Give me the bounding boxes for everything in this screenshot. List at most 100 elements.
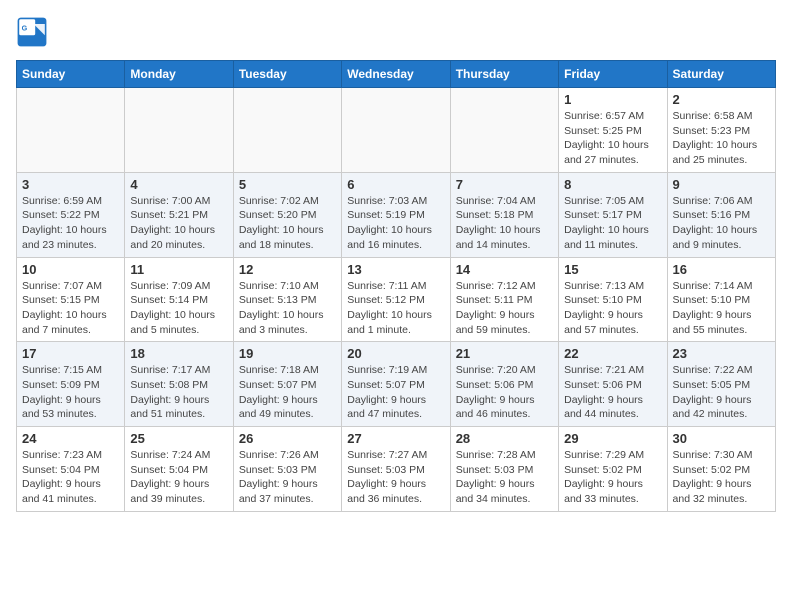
day-number: 26 <box>239 431 336 446</box>
day-info: Sunrise: 7:20 AM Sunset: 5:06 PM Dayligh… <box>456 363 553 422</box>
calendar-week-5: 24 Sunrise: 7:23 AM Sunset: 5:04 PM Dayli… <box>17 427 776 512</box>
day-number: 6 <box>347 177 444 192</box>
calendar-cell: 21 Sunrise: 7:20 AM Sunset: 5:06 PM Dayli… <box>450 342 558 427</box>
day-number: 11 <box>130 262 227 277</box>
day-number: 9 <box>673 177 770 192</box>
day-info: Sunrise: 7:22 AM Sunset: 5:05 PM Dayligh… <box>673 363 770 422</box>
day-number: 22 <box>564 346 661 361</box>
weekday-header-friday: Friday <box>559 61 667 88</box>
calendar-cell: 8 Sunrise: 7:05 AM Sunset: 5:17 PM Daylig… <box>559 172 667 257</box>
calendar-cell <box>450 88 558 173</box>
day-info: Sunrise: 7:29 AM Sunset: 5:02 PM Dayligh… <box>564 448 661 507</box>
day-number: 27 <box>347 431 444 446</box>
day-number: 20 <box>347 346 444 361</box>
calendar-cell: 19Sunrise: 7:18 AM Sunset: 5:07 PM Dayli… <box>233 342 341 427</box>
day-number: 2 <box>673 92 770 107</box>
day-number: 1 <box>564 92 661 107</box>
day-number: 18 <box>130 346 227 361</box>
day-info: Sunrise: 7:24 AM Sunset: 5:04 PM Dayligh… <box>130 448 227 507</box>
day-info: Sunrise: 7:23 AM Sunset: 5:04 PM Dayligh… <box>22 448 119 507</box>
day-info: Sunrise: 7:15 AM Sunset: 5:09 PM Dayligh… <box>22 363 119 422</box>
svg-text:G: G <box>22 23 28 32</box>
day-info: Sunrise: 7:06 AM Sunset: 5:16 PM Dayligh… <box>673 194 770 253</box>
calendar-cell: 25 Sunrise: 7:24 AM Sunset: 5:04 PM Dayli… <box>125 427 233 512</box>
day-info: Sunrise: 7:11 AM Sunset: 5:12 PM Dayligh… <box>347 279 444 338</box>
calendar-cell: 1 Sunrise: 6:57 AM Sunset: 5:25 PM Daylig… <box>559 88 667 173</box>
day-info: Sunrise: 6:57 AM Sunset: 5:25 PM Dayligh… <box>564 109 661 168</box>
calendar-cell: 13 Sunrise: 7:11 AM Sunset: 5:12 PM Dayli… <box>342 257 450 342</box>
day-number: 4 <box>130 177 227 192</box>
day-info: Sunrise: 7:07 AM Sunset: 5:15 PM Dayligh… <box>22 279 119 338</box>
day-info: Sunrise: 7:28 AM Sunset: 5:03 PM Dayligh… <box>456 448 553 507</box>
day-number: 7 <box>456 177 553 192</box>
day-number: 3 <box>22 177 119 192</box>
calendar-week-2: 3 Sunrise: 6:59 AM Sunset: 5:22 PM Daylig… <box>17 172 776 257</box>
day-number: 13 <box>347 262 444 277</box>
calendar-cell <box>342 88 450 173</box>
day-number: 8 <box>564 177 661 192</box>
day-number: 15 <box>564 262 661 277</box>
calendar-cell: 24 Sunrise: 7:23 AM Sunset: 5:04 PM Dayli… <box>17 427 125 512</box>
calendar-cell: 17 Sunrise: 7:15 AM Sunset: 5:09 PM Dayli… <box>17 342 125 427</box>
day-info: Sunrise: 7:03 AM Sunset: 5:19 PM Dayligh… <box>347 194 444 253</box>
calendar-cell: 9 Sunrise: 7:06 AM Sunset: 5:16 PM Daylig… <box>667 172 775 257</box>
day-info: Sunrise: 7:10 AM Sunset: 5:13 PM Dayligh… <box>239 279 336 338</box>
page-header: G <box>16 16 776 48</box>
day-number: 14 <box>456 262 553 277</box>
weekday-header-sunday: Sunday <box>17 61 125 88</box>
weekday-header-tuesday: Tuesday <box>233 61 341 88</box>
calendar-cell <box>125 88 233 173</box>
logo: G <box>16 16 52 48</box>
day-info: Sunrise: 7:26 AM Sunset: 5:03 PM Dayligh… <box>239 448 336 507</box>
day-info: Sunrise: 7:14 AM Sunset: 5:10 PM Dayligh… <box>673 279 770 338</box>
day-number: 28 <box>456 431 553 446</box>
calendar-cell: 22Sunrise: 7:21 AM Sunset: 5:06 PM Dayli… <box>559 342 667 427</box>
calendar-cell: 4 Sunrise: 7:00 AM Sunset: 5:21 PM Daylig… <box>125 172 233 257</box>
day-info: Sunrise: 7:12 AM Sunset: 5:11 PM Dayligh… <box>456 279 553 338</box>
day-info: Sunrise: 7:18 AM Sunset: 5:07 PM Dayligh… <box>239 363 336 422</box>
calendar-cell <box>233 88 341 173</box>
calendar-cell: 11Sunrise: 7:09 AM Sunset: 5:14 PM Dayli… <box>125 257 233 342</box>
calendar-table: SundayMondayTuesdayWednesdayThursdayFrid… <box>16 60 776 512</box>
day-number: 12 <box>239 262 336 277</box>
day-number: 29 <box>564 431 661 446</box>
day-number: 17 <box>22 346 119 361</box>
calendar-cell: 20Sunrise: 7:19 AM Sunset: 5:07 PM Dayli… <box>342 342 450 427</box>
day-info: Sunrise: 7:30 AM Sunset: 5:02 PM Dayligh… <box>673 448 770 507</box>
calendar-cell: 18 Sunrise: 7:17 AM Sunset: 5:08 PM Dayli… <box>125 342 233 427</box>
day-info: Sunrise: 7:02 AM Sunset: 5:20 PM Dayligh… <box>239 194 336 253</box>
calendar-week-4: 17 Sunrise: 7:15 AM Sunset: 5:09 PM Dayli… <box>17 342 776 427</box>
calendar-header-row: SundayMondayTuesdayWednesdayThursdayFrid… <box>17 61 776 88</box>
day-number: 25 <box>130 431 227 446</box>
day-info: Sunrise: 6:58 AM Sunset: 5:23 PM Dayligh… <box>673 109 770 168</box>
weekday-header-wednesday: Wednesday <box>342 61 450 88</box>
day-info: Sunrise: 6:59 AM Sunset: 5:22 PM Dayligh… <box>22 194 119 253</box>
calendar-cell: 30Sunrise: 7:30 AM Sunset: 5:02 PM Dayli… <box>667 427 775 512</box>
weekday-header-thursday: Thursday <box>450 61 558 88</box>
calendar-week-1: 1 Sunrise: 6:57 AM Sunset: 5:25 PM Daylig… <box>17 88 776 173</box>
calendar-cell: 14 Sunrise: 7:12 AM Sunset: 5:11 PM Dayli… <box>450 257 558 342</box>
calendar-cell: 15Sunrise: 7:13 AM Sunset: 5:10 PM Dayli… <box>559 257 667 342</box>
day-number: 21 <box>456 346 553 361</box>
calendar-cell: 16 Sunrise: 7:14 AM Sunset: 5:10 PM Dayli… <box>667 257 775 342</box>
calendar-cell: 29 Sunrise: 7:29 AM Sunset: 5:02 PM Dayli… <box>559 427 667 512</box>
calendar-cell: 23 Sunrise: 7:22 AM Sunset: 5:05 PM Dayli… <box>667 342 775 427</box>
day-number: 5 <box>239 177 336 192</box>
calendar-cell: 26 Sunrise: 7:26 AM Sunset: 5:03 PM Dayli… <box>233 427 341 512</box>
day-info: Sunrise: 7:04 AM Sunset: 5:18 PM Dayligh… <box>456 194 553 253</box>
day-info: Sunrise: 7:17 AM Sunset: 5:08 PM Dayligh… <box>130 363 227 422</box>
logo-icon: G <box>16 16 48 48</box>
calendar-week-3: 10 Sunrise: 7:07 AM Sunset: 5:15 PM Dayli… <box>17 257 776 342</box>
day-number: 23 <box>673 346 770 361</box>
day-number: 24 <box>22 431 119 446</box>
calendar-cell: 28 Sunrise: 7:28 AM Sunset: 5:03 PM Dayli… <box>450 427 558 512</box>
calendar-cell: 2 Sunrise: 6:58 AM Sunset: 5:23 PM Daylig… <box>667 88 775 173</box>
day-number: 10 <box>22 262 119 277</box>
calendar-cell: 12 Sunrise: 7:10 AM Sunset: 5:13 PM Dayli… <box>233 257 341 342</box>
calendar-cell: 3 Sunrise: 6:59 AM Sunset: 5:22 PM Daylig… <box>17 172 125 257</box>
calendar-cell: 27Sunrise: 7:27 AM Sunset: 5:03 PM Dayli… <box>342 427 450 512</box>
calendar-cell: 7 Sunrise: 7:04 AM Sunset: 5:18 PM Daylig… <box>450 172 558 257</box>
day-info: Sunrise: 7:05 AM Sunset: 5:17 PM Dayligh… <box>564 194 661 253</box>
day-number: 16 <box>673 262 770 277</box>
day-info: Sunrise: 7:00 AM Sunset: 5:21 PM Dayligh… <box>130 194 227 253</box>
